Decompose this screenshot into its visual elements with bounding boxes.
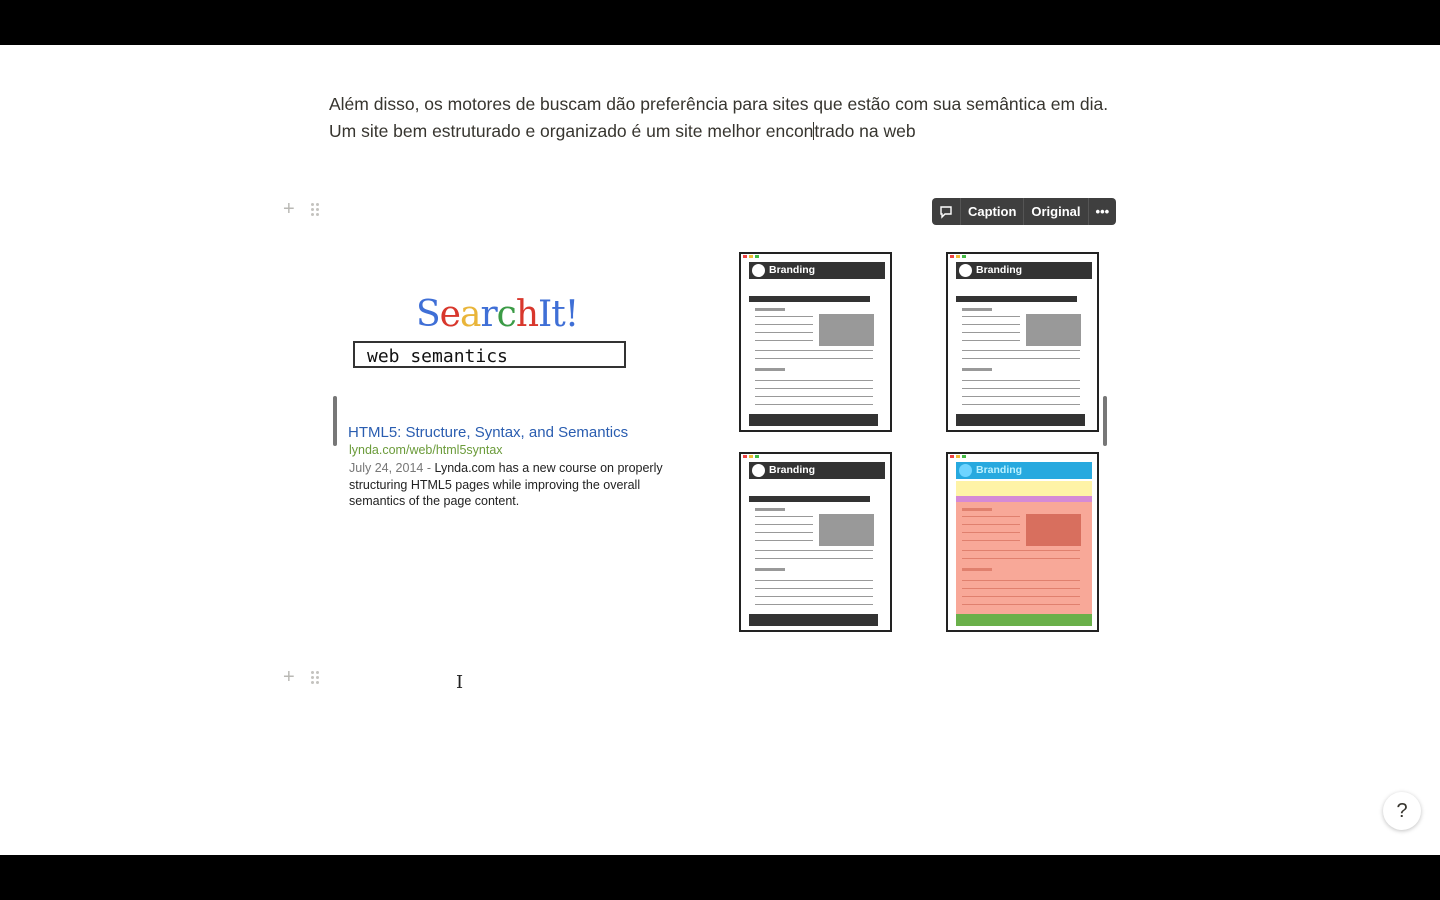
mockup-branding-label: Branding xyxy=(749,262,885,279)
searchit-logo: SearchIt! xyxy=(416,294,580,335)
mockup-branding-label: Branding xyxy=(749,462,885,479)
logo-letter: r xyxy=(480,294,497,335)
logo-letter: e xyxy=(439,294,461,335)
logo-letter: S xyxy=(416,294,441,335)
page-mockup-semantic: Branding xyxy=(946,452,1099,632)
page-mockup: Branding xyxy=(946,252,1099,432)
logo-letter: h xyxy=(515,294,539,335)
page-mockup: Branding xyxy=(739,452,892,632)
illustrated-search-box: web semantics xyxy=(353,341,626,368)
drag-handle-icon[interactable] xyxy=(311,671,321,687)
help-button[interactable]: ? xyxy=(1383,792,1421,830)
paragraph-text-before-caret: Além disso, os motores de buscam dão pre… xyxy=(329,94,1109,141)
logo-letter: ! xyxy=(564,294,580,335)
mockup-branding-label: Branding xyxy=(956,262,1092,279)
caption-button[interactable]: Caption xyxy=(961,198,1025,225)
image-resize-handle-right[interactable] xyxy=(1103,396,1107,446)
paragraph-block[interactable]: Além disso, os motores de buscam dão pre… xyxy=(329,91,1119,145)
logo-letter: t xyxy=(551,294,566,335)
logo-letter: a xyxy=(459,294,481,335)
text-cursor-icon: I xyxy=(456,672,464,693)
comment-icon xyxy=(940,205,952,219)
more-options-button[interactable]: ••• xyxy=(1089,198,1117,225)
add-block-icon[interactable]: + xyxy=(283,666,295,689)
search-result-title: HTML5: Structure, Syntax, and Semantics xyxy=(348,424,629,441)
search-result-url: lynda.com/web/html5syntax xyxy=(349,443,503,457)
original-button[interactable]: Original xyxy=(1024,198,1089,225)
mockup-branding-label: Branding xyxy=(956,462,1092,479)
drag-handle-icon[interactable] xyxy=(311,203,321,219)
search-result-date: July 24, 2014 - xyxy=(349,461,431,475)
paragraph-text-after-caret: trado na web xyxy=(814,121,916,141)
logo-letter: I xyxy=(538,294,552,335)
image-resize-handle-left[interactable] xyxy=(333,396,337,446)
search-result-snippet: July 24, 2014 - Lynda.com has a new cour… xyxy=(349,460,669,510)
comment-button[interactable] xyxy=(932,198,961,225)
image-toolbar: Caption Original ••• xyxy=(932,198,1117,225)
page-mockup: Branding xyxy=(739,252,892,432)
logo-letter: c xyxy=(496,294,517,335)
notion-page: Além disso, os motores de buscam dão pre… xyxy=(0,45,1440,855)
add-block-icon[interactable]: + xyxy=(283,198,295,221)
